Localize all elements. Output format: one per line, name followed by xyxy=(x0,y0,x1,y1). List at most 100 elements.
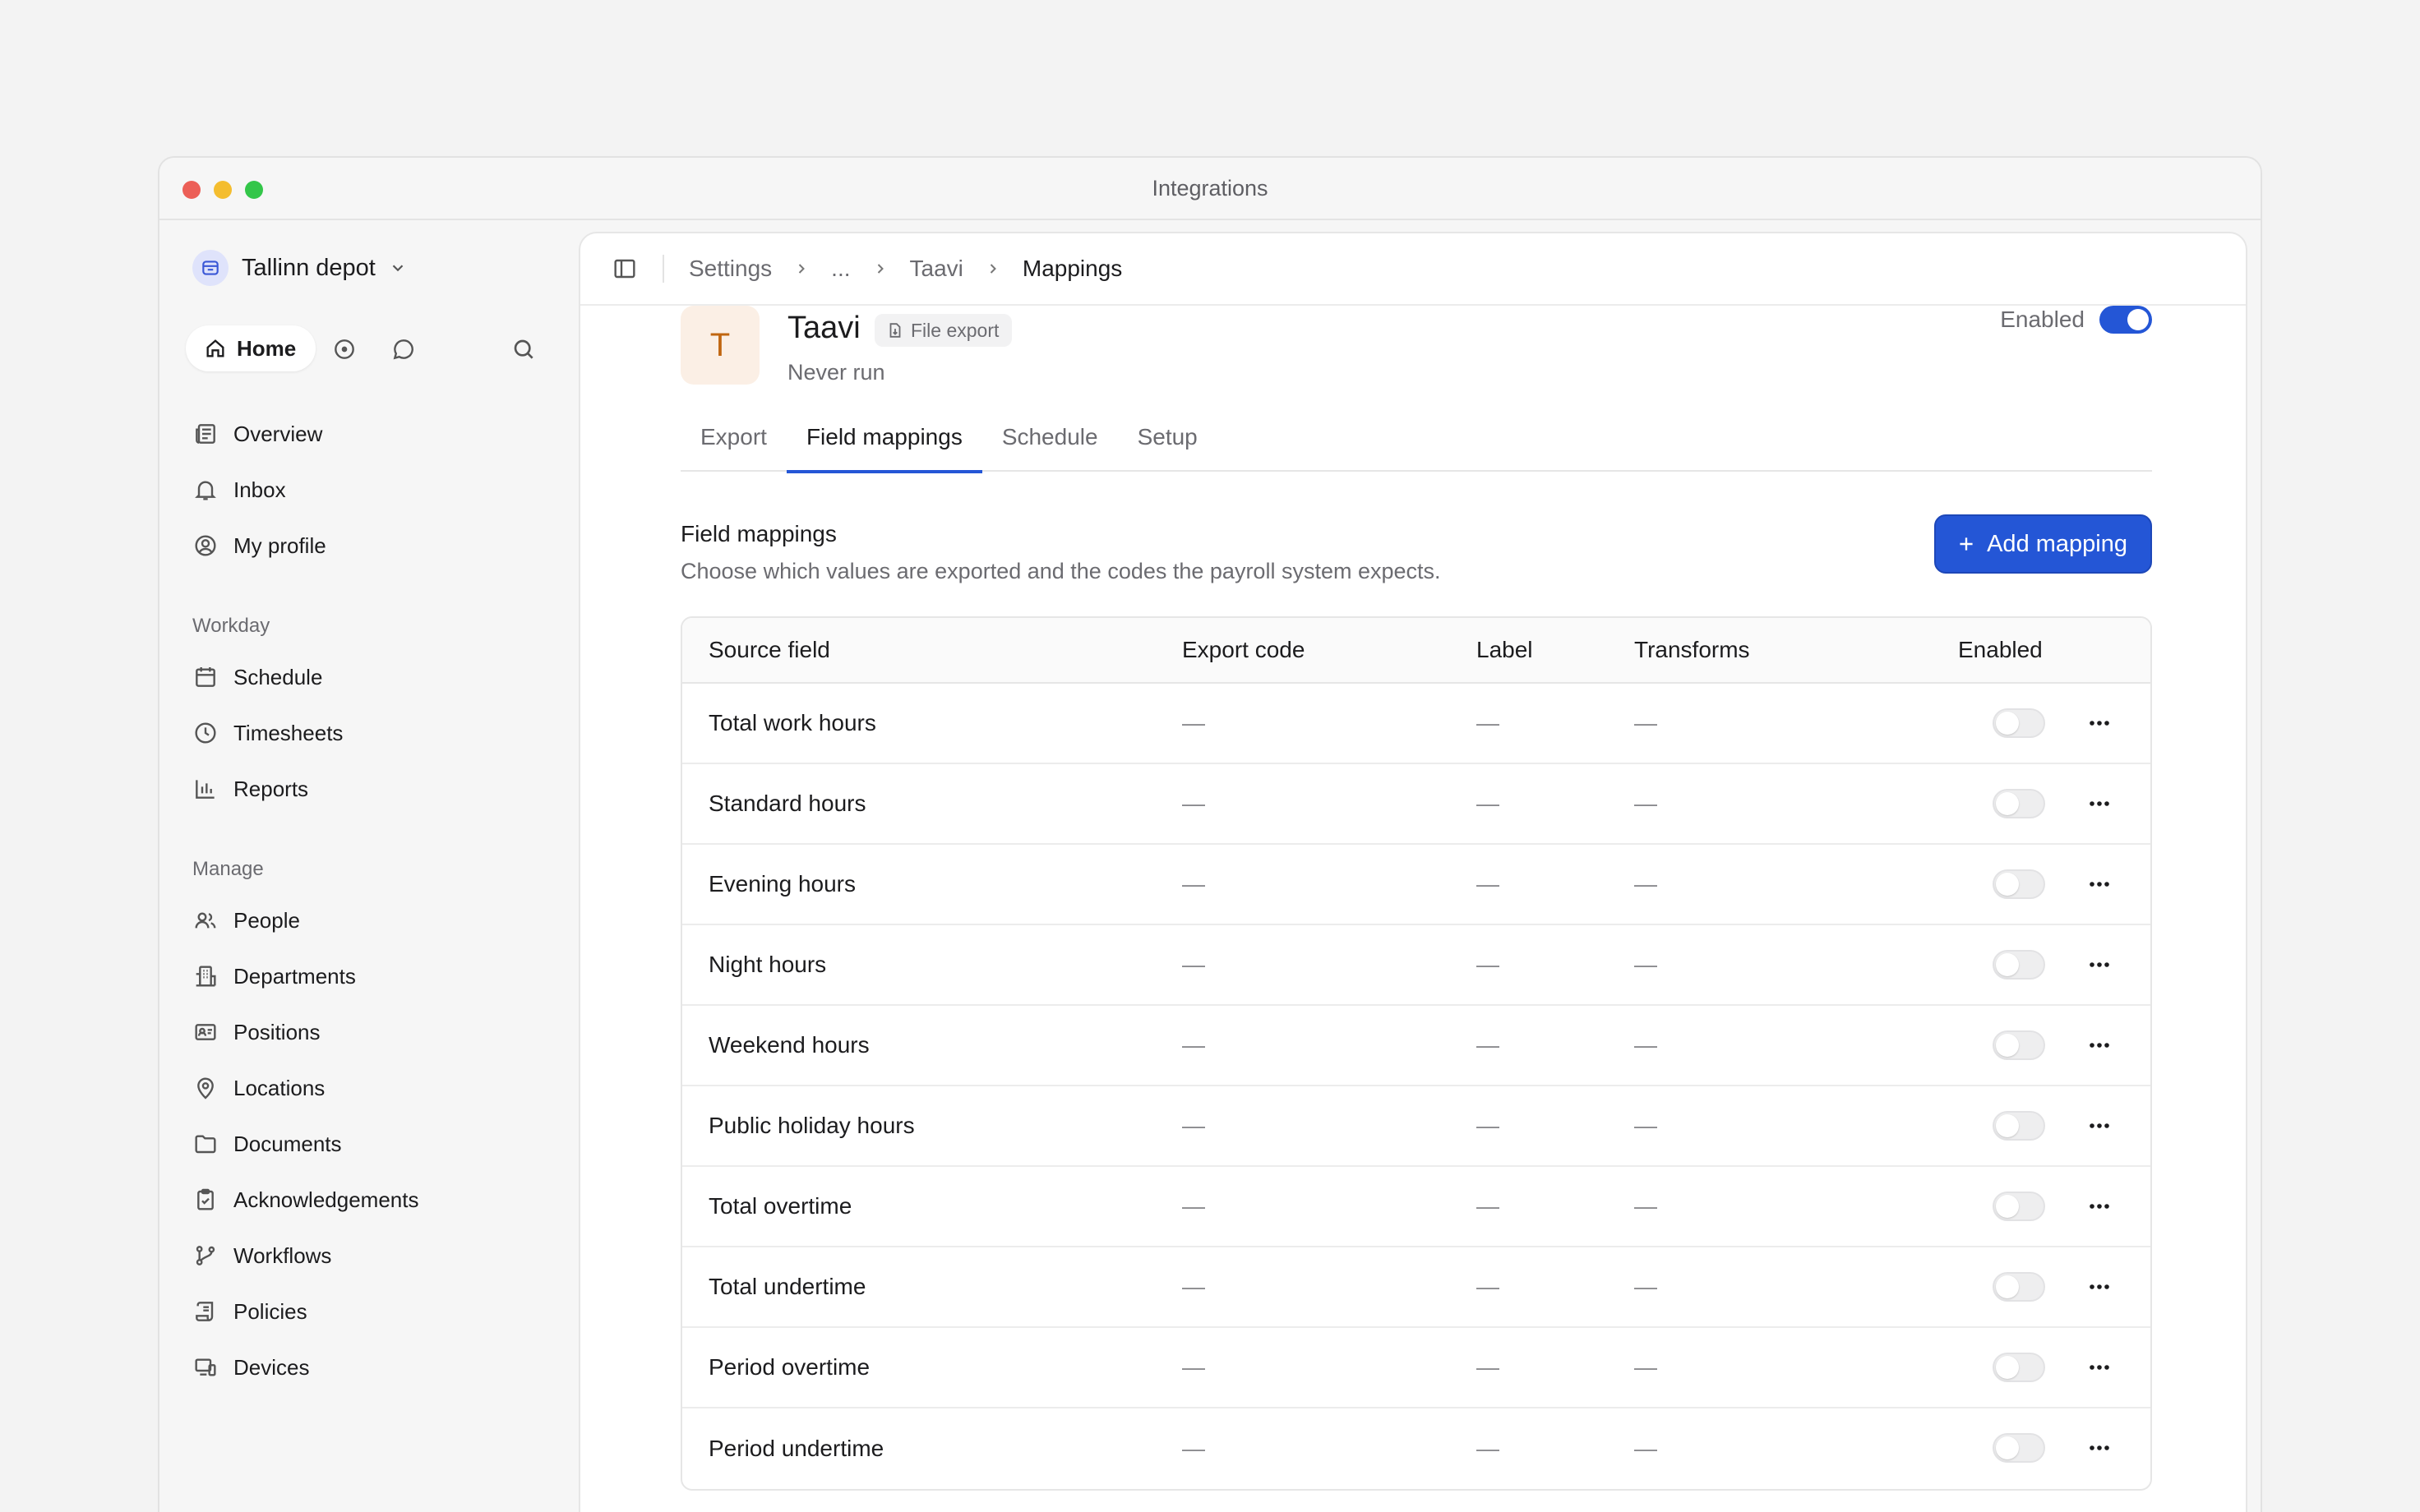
row-actions-button[interactable] xyxy=(2085,791,2114,817)
more-horizontal-icon xyxy=(2090,1445,2109,1450)
sidebar-item-label: Reports xyxy=(233,776,309,801)
table-row[interactable]: Public holiday hours — — — xyxy=(682,1086,2150,1167)
building-icon xyxy=(196,966,216,987)
workspace-switcher[interactable]: Tallinn depot xyxy=(192,250,407,286)
home-button[interactable]: Home xyxy=(186,325,316,371)
home-toolbar: Home xyxy=(186,325,547,371)
mapping-enabled-toggle[interactable] xyxy=(1993,1353,2045,1382)
table-row[interactable]: Weekend hours — — — xyxy=(682,1006,2150,1086)
sidebar-item-workflows[interactable]: Workflows xyxy=(192,1228,554,1284)
sidebar-item-people[interactable]: People xyxy=(192,892,554,948)
sidebar-item-my-profile[interactable]: My profile xyxy=(192,518,554,574)
workspace-name: Tallinn depot xyxy=(242,254,376,281)
map-pin-icon xyxy=(197,1077,214,1099)
bar-chart-icon xyxy=(196,780,215,799)
label-cell: — xyxy=(1476,1193,1499,1219)
row-actions-button[interactable] xyxy=(2085,710,2114,736)
sidebar-item-positions[interactable]: Positions xyxy=(192,1004,554,1060)
user-circle-icon xyxy=(195,535,216,556)
table-row[interactable]: Total undertime — — — xyxy=(682,1247,2150,1328)
sidebar-section-manage: Manage xyxy=(192,858,264,880)
main-panel: Settings ... Taavi Mappings T Taavi File… xyxy=(579,232,2247,1512)
section-description: Choose which values are exported and the… xyxy=(681,559,1441,583)
transforms-cell: — xyxy=(1634,1354,1657,1380)
sidebar-item-label: Workflows xyxy=(233,1242,332,1268)
messages-button[interactable] xyxy=(390,335,418,363)
sidebar-item-departments[interactable]: Departments xyxy=(192,948,554,1004)
sidebar-item-timesheets[interactable]: Timesheets xyxy=(192,705,554,761)
transforms-cell: — xyxy=(1634,710,1657,735)
sidebar-item-documents[interactable]: Documents xyxy=(192,1116,554,1172)
sidebar-item-inbox[interactable]: Inbox xyxy=(192,462,554,518)
mapping-enabled-toggle[interactable] xyxy=(1993,789,2045,818)
search-button[interactable] xyxy=(510,335,538,363)
sidebar-nav: Overview Inbox My profile Workday Schedu… xyxy=(192,406,554,1395)
sidebar-item-label: Inbox xyxy=(233,477,286,502)
sidebar-item-acknowledgements[interactable]: Acknowledgements xyxy=(192,1172,554,1228)
chevron-right-icon xyxy=(872,260,889,277)
tab-field-mappings[interactable]: Field mappings xyxy=(786,421,982,473)
column-header-label: Label xyxy=(1476,637,1533,662)
table-row[interactable]: Period undertime — — — xyxy=(682,1408,2150,1489)
row-actions-button[interactable] xyxy=(2085,1274,2114,1300)
source-field-cell: Weekend hours xyxy=(709,1032,870,1058)
sidebar-item-label: Documents xyxy=(233,1131,342,1156)
sidebar-toggle-icon[interactable] xyxy=(612,256,638,282)
transforms-cell: — xyxy=(1634,1113,1657,1138)
mapping-enabled-toggle[interactable] xyxy=(1993,1111,2045,1141)
row-actions-button[interactable] xyxy=(2085,1113,2114,1139)
add-mapping-button[interactable]: Add mapping xyxy=(1934,514,2152,574)
table-row[interactable]: Night hours — — — xyxy=(682,925,2150,1006)
export-code-cell: — xyxy=(1182,1113,1205,1138)
row-actions-button[interactable] xyxy=(2085,1435,2114,1461)
more-horizontal-icon xyxy=(2090,1204,2109,1209)
tab-schedule[interactable]: Schedule xyxy=(982,421,1118,472)
table-row[interactable]: Period overtime — — — xyxy=(682,1328,2150,1408)
transforms-cell: — xyxy=(1634,952,1657,977)
row-actions-button[interactable] xyxy=(2085,1032,2114,1058)
row-actions-button[interactable] xyxy=(2085,871,2114,897)
table-row[interactable]: Evening hours — — — xyxy=(682,845,2150,925)
breadcrumb-ellipsis[interactable]: ... xyxy=(831,256,850,282)
row-actions-button[interactable] xyxy=(2085,952,2114,978)
row-actions-button[interactable] xyxy=(2085,1354,2114,1381)
integration-enabled-toggle[interactable] xyxy=(2099,306,2152,334)
mapping-enabled-toggle[interactable] xyxy=(1993,869,2045,899)
column-header-enabled: Enabled xyxy=(1958,637,2043,662)
tab-setup[interactable]: Setup xyxy=(1118,421,1217,472)
breadcrumb-taavi[interactable]: Taavi xyxy=(910,256,963,282)
source-field-cell: Total undertime xyxy=(709,1274,866,1299)
transforms-cell: — xyxy=(1634,1032,1657,1058)
mapping-enabled-toggle[interactable] xyxy=(1993,1192,2045,1221)
table-row[interactable]: Total overtime — — — xyxy=(682,1167,2150,1247)
export-code-cell: — xyxy=(1182,1032,1205,1058)
tab-export[interactable]: Export xyxy=(681,421,787,472)
source-field-cell: Period undertime xyxy=(709,1436,884,1461)
mapping-enabled-toggle[interactable] xyxy=(1993,1272,2045,1302)
integration-logo: T xyxy=(681,306,760,385)
mapping-enabled-toggle[interactable] xyxy=(1993,1433,2045,1463)
newspaper-icon xyxy=(196,424,215,444)
table-row[interactable]: Total work hours — — — xyxy=(682,684,2150,764)
sidebar-item-label: Overview xyxy=(233,421,323,446)
label-cell: — xyxy=(1476,952,1499,977)
column-header-export-code: Export code xyxy=(1182,637,1305,662)
table-row[interactable]: Standard hours — — — xyxy=(682,764,2150,845)
integration-enabled-control: Enabled xyxy=(2000,306,2152,334)
sidebar-item-policies[interactable]: Policies xyxy=(192,1284,554,1339)
sidebar-item-reports[interactable]: Reports xyxy=(192,761,554,817)
content-area: T Taavi File export Never run Enabled Ex… xyxy=(681,306,2152,1491)
mapping-enabled-toggle[interactable] xyxy=(1993,1030,2045,1060)
integration-header: T Taavi File export Never run Enabled Ex… xyxy=(681,306,2152,473)
row-actions-button[interactable] xyxy=(2085,1193,2114,1219)
sidebar-item-schedule[interactable]: Schedule xyxy=(192,649,554,705)
sidebar-item-devices[interactable]: Devices xyxy=(192,1339,554,1395)
mapping-enabled-toggle[interactable] xyxy=(1993,950,2045,980)
sidebar-item-locations[interactable]: Locations xyxy=(192,1060,554,1116)
breadcrumb-settings[interactable]: Settings xyxy=(689,256,772,282)
mapping-enabled-toggle[interactable] xyxy=(1993,708,2045,738)
transforms-cell: — xyxy=(1634,1193,1657,1219)
sidebar-item-overview[interactable]: Overview xyxy=(192,406,554,462)
activity-button[interactable] xyxy=(330,335,358,363)
export-code-cell: — xyxy=(1182,952,1205,977)
